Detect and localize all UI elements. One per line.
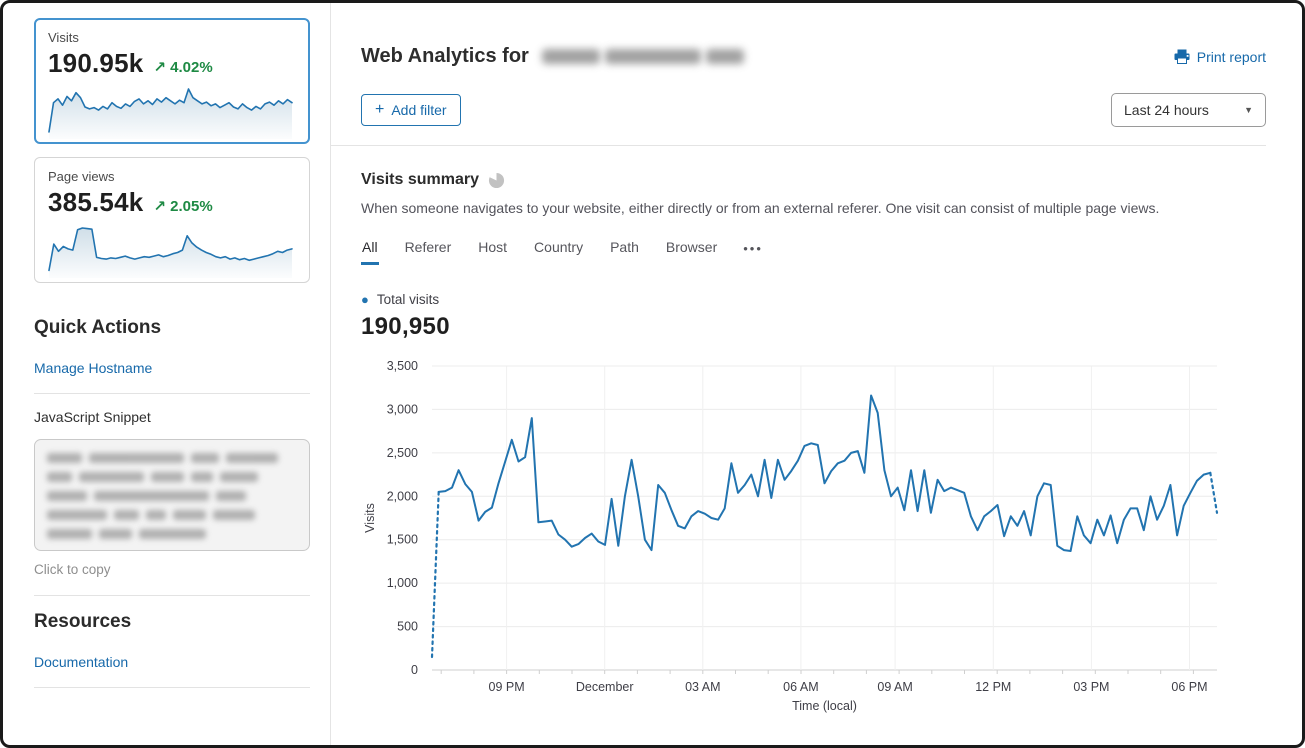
tab-referer[interactable]: Referer	[404, 239, 453, 265]
caret-down-icon: ▼	[1244, 105, 1253, 115]
click-to-copy-hint: Click to copy	[34, 562, 310, 577]
visits-sparkline	[48, 83, 296, 141]
tab-country[interactable]: Country	[533, 239, 584, 265]
svg-text:Visits: Visits	[363, 503, 377, 533]
visits-summary-description: When someone navigates to your website, …	[361, 200, 1266, 216]
tab-browser[interactable]: Browser	[665, 239, 718, 265]
main-panel: Web Analytics for Print report	[330, 3, 1302, 745]
visits-card-value: 190.95k	[48, 48, 143, 79]
print-report-button[interactable]: Print report	[1174, 49, 1266, 65]
divider	[34, 687, 310, 688]
visits-stat-card[interactable]: Visits 190.95k ↗ 4.02%	[34, 18, 310, 144]
svg-text:2,500: 2,500	[387, 446, 418, 460]
svg-text:Time (local): Time (local)	[792, 699, 857, 713]
redacted-domain	[542, 49, 744, 64]
svg-text:1,000: 1,000	[387, 576, 418, 590]
chart-legend: ● Total visits	[361, 292, 1266, 307]
visits-summary-heading: Visits summary	[361, 171, 479, 189]
plus-icon: +	[375, 102, 384, 118]
quick-actions-heading: Quick Actions	[34, 317, 310, 339]
tab-host[interactable]: Host	[477, 239, 508, 265]
svg-text:06 PM: 06 PM	[1171, 680, 1207, 694]
tab-all[interactable]: All	[361, 239, 379, 265]
page-views-card-value: 385.54k	[48, 187, 143, 218]
page-views-card-label: Page views	[48, 169, 296, 184]
svg-text:1,500: 1,500	[387, 533, 418, 547]
time-range-dropdown[interactable]: Last 24 hours ▼	[1111, 93, 1266, 127]
page-views-stat-card[interactable]: Page views 385.54k ↗ 2.05%	[34, 157, 310, 283]
page-title: Web Analytics for	[361, 45, 744, 68]
sidebar: Visits 190.95k ↗ 4.02% Page views 385.54…	[3, 3, 330, 745]
divider	[331, 145, 1266, 146]
svg-text:06 AM: 06 AM	[783, 680, 818, 694]
svg-text:2,000: 2,000	[387, 489, 418, 503]
pie-chart-help-icon	[488, 172, 505, 189]
more-tabs-button[interactable]: •••	[743, 241, 763, 263]
legend-dot-icon: ●	[361, 292, 369, 307]
total-visits-value: 190,950	[361, 313, 1266, 341]
resources-heading: Resources	[34, 611, 310, 633]
documentation-link[interactable]: Documentation	[34, 654, 128, 670]
add-filter-button[interactable]: + Add filter	[361, 94, 461, 126]
svg-text:500: 500	[397, 620, 418, 634]
trend-up-icon: ↗	[153, 198, 166, 215]
time-range-value: Last 24 hours	[1124, 102, 1209, 118]
visits-line-chart[interactable]: 0 500 1,000 1,500 2,000 2,500 3,000 3,500 09 PM D…	[361, 353, 1225, 715]
svg-text:03 PM: 03 PM	[1073, 680, 1109, 694]
svg-text:09 AM: 09 AM	[877, 680, 912, 694]
legend-label: Total visits	[377, 292, 439, 307]
dimension-tabs: All Referer Host Country Path Browser ••…	[361, 239, 1266, 265]
svg-text:12 PM: 12 PM	[975, 680, 1011, 694]
javascript-snippet-box[interactable]	[34, 439, 310, 551]
javascript-snippet-label: JavaScript Snippet	[34, 409, 310, 425]
svg-text:3,500: 3,500	[387, 359, 418, 373]
manage-hostname-link[interactable]: Manage Hostname	[34, 360, 152, 376]
divider	[34, 393, 310, 394]
page-views-card-delta: ↗ 2.05%	[153, 197, 212, 215]
visits-card-label: Visits	[48, 30, 296, 45]
trend-up-icon: ↗	[153, 59, 166, 76]
visits-card-delta: ↗ 4.02%	[153, 58, 212, 76]
svg-text:December: December	[576, 680, 634, 694]
svg-text:0: 0	[411, 663, 418, 677]
svg-text:03 AM: 03 AM	[685, 680, 720, 694]
svg-text:09 PM: 09 PM	[489, 680, 525, 694]
svg-text:3,000: 3,000	[387, 402, 418, 416]
page-views-sparkline	[48, 222, 296, 280]
tab-path[interactable]: Path	[609, 239, 640, 265]
web-analytics-page: Visits 190.95k ↗ 4.02% Page views 385.54…	[0, 0, 1305, 748]
divider	[34, 595, 310, 596]
printer-icon	[1174, 49, 1190, 64]
